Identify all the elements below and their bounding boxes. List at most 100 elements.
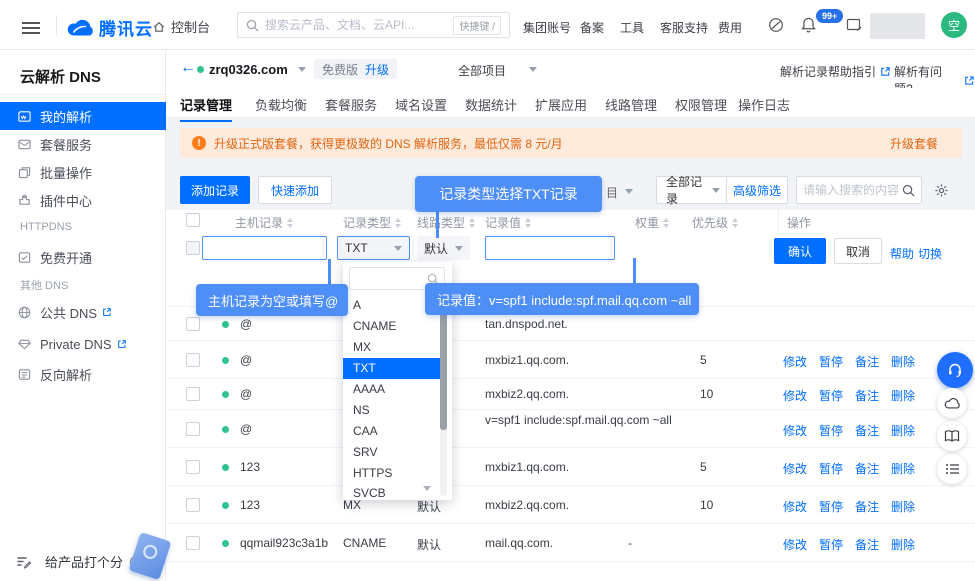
sort-icon[interactable] [287,218,293,228]
action-note[interactable]: 备注 [855,498,879,515]
row-checkbox[interactable] [186,317,200,331]
row-checkbox[interactable] [186,498,200,512]
col-line[interactable]: 线路类型 [417,214,475,231]
dropdown-option-https[interactable]: HTTPS [343,463,440,484]
banner-upgrade-link[interactable]: 升级套餐 [890,135,938,152]
dropdown-option-txt[interactable]: TXT [343,358,440,379]
project-filter[interactable]: 全部项目 [458,62,506,79]
row-checkbox[interactable] [186,387,200,401]
topnav-group-account[interactable]: 集团账号 [523,19,571,36]
action-delete[interactable]: 删除 [891,536,915,553]
action-delete[interactable]: 删除 [891,422,915,439]
table-row[interactable]: @ mxbiz2.qq.com. 10 修改 暂停 备注 删除 [166,379,975,410]
action-pause[interactable]: 暂停 [819,498,843,515]
quick-add-button[interactable]: 快速添加 [258,176,332,204]
customer-service-button[interactable] [937,352,973,388]
table-search[interactable] [796,176,922,204]
sort-icon[interactable] [525,218,531,228]
tab-extended-apps[interactable]: 扩展应用 [535,95,587,120]
table-search-input[interactable] [803,183,902,197]
record-value-input[interactable] [485,236,615,260]
help-link[interactable]: 帮助 [890,245,914,262]
action-modify[interactable]: 修改 [783,498,807,515]
rate-product-link[interactable]: 给产品打个分 [45,552,123,571]
col-type[interactable]: 记录类型 [343,214,401,231]
action-note[interactable]: 备注 [855,387,879,404]
tab-domain-settings[interactable]: 域名设置 [395,95,447,120]
action-modify[interactable]: 修改 [783,387,807,404]
back-arrow-icon[interactable]: ← [180,59,196,77]
table-row[interactable]: 123 mxbiz1.qq.com. 5 修改 暂停 备注 删除 [166,448,975,486]
tencent-cloud-logo[interactable]: 腾讯云 [66,15,153,40]
action-modify[interactable]: 修改 [783,460,807,477]
action-pause[interactable]: 暂停 [819,536,843,553]
action-note[interactable]: 备注 [855,422,879,439]
sidebar-item-plugin-center[interactable]: 插件中心 [0,186,166,214]
tab-permission-management[interactable]: 权限管理 [675,95,727,120]
circle-slash-icon[interactable] [768,17,784,33]
console-panel-icon[interactable] [846,17,863,33]
sidebar-item-package-service[interactable]: 套餐服务 [0,130,166,158]
dropdown-option-aaaa[interactable]: AAAA [343,379,440,400]
advanced-filter-button[interactable]: 高级筛选 [726,176,788,204]
notification-bell-icon[interactable] [800,16,817,34]
action-pause[interactable]: 暂停 [819,460,843,477]
hamburger-menu-icon[interactable] [22,19,40,37]
col-weight[interactable]: 权重 [635,214,669,231]
action-modify[interactable]: 修改 [783,536,807,553]
action-modify[interactable]: 修改 [783,353,807,370]
project-caret-icon[interactable] [529,67,537,76]
dropdown-option-srv[interactable]: SRV [343,442,440,463]
cancel-button[interactable]: 取消 [834,238,882,264]
dropdown-option-caa[interactable]: CAA [343,421,440,442]
action-delete[interactable]: 删除 [891,353,915,370]
task-list-button[interactable] [937,454,967,484]
table-row[interactable]: 123 MX 默认 mxbiz2.qq.com. 10 修改 暂停 备注 删除 [166,486,975,524]
sidebar-item-my-dns[interactable]: 我的解析 [0,102,166,130]
action-note[interactable]: 备注 [855,460,879,477]
table-row[interactable]: qqmail923c3a1b CNAME 默认 mail.qq.com. - 修… [166,524,975,562]
sidebar-item-private-dns[interactable]: Private DNS [0,330,166,358]
col-value[interactable]: 记录值 [485,214,531,231]
tab-data-statistics[interactable]: 数据统计 [465,95,517,120]
sidebar-item-public-dns[interactable]: 公共 DNS [0,298,166,326]
global-search[interactable]: 快捷键 / [237,12,510,38]
tab-package-service[interactable]: 套餐服务 [325,95,377,120]
action-pause[interactable]: 暂停 [819,353,843,370]
row-checkbox[interactable] [186,460,200,474]
topnav-icp[interactable]: 备案 [580,19,604,36]
tab-load-balancing[interactable]: 负载均衡 [255,95,307,120]
global-search-input[interactable] [265,18,453,32]
dropdown-option-cname[interactable]: CNAME [343,316,440,337]
col-priority[interactable]: 优先级 [692,214,738,231]
cloud-assistant-button[interactable] [937,388,967,418]
avatar[interactable]: 空 [941,12,967,38]
sidebar-item-batch-ops[interactable]: 批量操作 [0,158,166,186]
line-type-select[interactable]: 默认 [417,236,470,260]
host-record-input[interactable] [202,236,327,260]
dropdown-scrollbar-thumb[interactable] [440,298,447,430]
action-delete[interactable]: 删除 [891,498,915,515]
record-filter-dropdown[interactable]: 全部记录 [656,176,730,204]
domain-name[interactable]: zrq0326.com [209,62,288,77]
table-row[interactable]: @ v=spf1 include:spf.mail.qq.com ~all 修改… [166,410,975,448]
col-host[interactable]: 主机记录 [235,214,293,231]
table-row[interactable]: @ mxbiz1.qq.com. 5 修改 暂停 备注 删除 [166,341,975,379]
row-checkbox[interactable] [186,536,200,550]
sidebar-item-free-activate[interactable]: 免费开通 [0,243,166,271]
covered-dropdown-caret-icon[interactable] [625,189,633,198]
user-name-redacted[interactable] [870,13,925,39]
console-link[interactable]: 控制台 [152,17,210,36]
covered-dropdown-fragment[interactable]: 目 [606,184,618,201]
tab-operation-log[interactable]: 操作日志 [738,95,790,120]
action-pause[interactable]: 暂停 [819,422,843,439]
dropdown-option-ns[interactable]: NS [343,400,440,421]
column-settings-gear-icon[interactable] [934,183,949,198]
topnav-tools[interactable]: 工具 [620,19,644,36]
add-record-button[interactable]: 添加记录 [180,176,250,204]
switch-link[interactable]: 切换 [918,245,942,262]
plan-upgrade-link[interactable]: 升级 [365,61,389,78]
domain-caret-icon[interactable] [298,67,306,76]
confirm-button[interactable]: 确认 [774,238,826,264]
action-delete[interactable]: 删除 [891,387,915,404]
